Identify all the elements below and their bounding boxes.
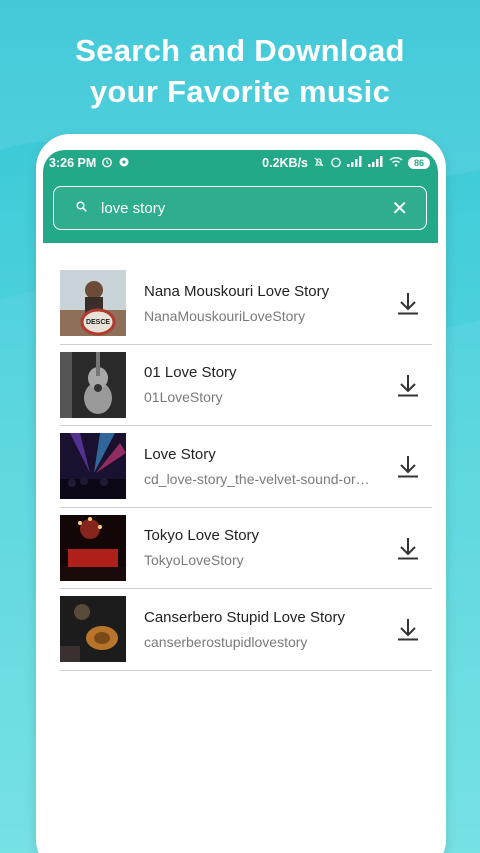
download-icon[interactable] — [388, 365, 428, 405]
search-input[interactable] — [101, 199, 386, 217]
wifi-icon — [389, 156, 403, 170]
network-speed: 0.2KB/s — [262, 156, 308, 170]
battery-indicator: 86 — [408, 157, 430, 169]
track-filename: TokyoLoveStory — [144, 552, 244, 569]
result-row[interactable]: Canserbero Stupid Love Story canserberos… — [60, 589, 432, 671]
signal-2-icon — [368, 156, 384, 170]
phone-frame: 3:26 PM 0.2KB/s 86 love story ✕ DESCE Na… — [36, 134, 446, 853]
result-row[interactable]: Love Story cd_love-story_the-velvet-soun… — [60, 426, 432, 508]
result-row[interactable]: Tokyo Love Story TokyoLoveStory — [60, 508, 432, 589]
thumbnail-image: DESCE — [60, 270, 126, 337]
search-icon — [76, 201, 87, 215]
thumbnail-image — [60, 433, 126, 500]
track-filename: NanaMouskouriLoveStory — [144, 307, 306, 324]
download-icon[interactable] — [388, 609, 428, 649]
track-title: Nana Mouskouri Love Story — [144, 282, 330, 300]
download-icon[interactable] — [388, 446, 428, 486]
close-icon[interactable]: ✕ — [385, 196, 414, 221]
promo-line-2: your Favorite music — [89, 74, 391, 109]
app-bar: 3:26 PM 0.2KB/s 86 love story ✕ — [43, 150, 438, 243]
thumbnail-image — [60, 514, 126, 581]
track-filename: 01LoveStory — [144, 389, 223, 406]
track-title: Love Story — [144, 445, 216, 463]
track-title: 01 Love Story — [144, 364, 237, 382]
svg-text:DESCE: DESCE — [86, 319, 110, 326]
search-bar[interactable]: ✕ — [53, 186, 427, 230]
mute-icon — [313, 156, 325, 171]
status-bar: 3:26 PM 0.2KB/s 86 — [43, 150, 438, 176]
status-time: 3:26 PM — [49, 156, 97, 170]
alarm-clock-icon — [330, 156, 342, 171]
download-icon[interactable] — [388, 528, 428, 568]
result-row[interactable]: DESCE Nana Mouskouri Love Story NanaMous… — [60, 263, 432, 345]
result-row[interactable]: 01 Love Story 01LoveStory — [60, 345, 432, 426]
app-screen: 3:26 PM 0.2KB/s 86 love story ✕ DESCE Na… — [43, 150, 438, 853]
track-title: Tokyo Love Story — [144, 527, 260, 545]
track-filename: canserberostupidlovestory — [144, 633, 308, 650]
promo-line-1: Search and Download — [75, 33, 405, 68]
thumbnail-image — [60, 351, 126, 418]
notification-icon — [118, 156, 130, 171]
alarm-icon — [101, 156, 113, 171]
download-icon[interactable] — [388, 283, 428, 323]
track-title: Canserbero Stupid Love Story — [144, 608, 345, 626]
signal-icon — [347, 156, 363, 170]
track-filename: cd_love-story_the-velvet-sound-orc… — [144, 470, 376, 487]
promo-headline: Search and Download your Favorite music — [0, 30, 480, 112]
thumbnail-image — [60, 596, 126, 663]
results-list: DESCE Nana Mouskouri Love Story NanaMous… — [43, 263, 438, 671]
